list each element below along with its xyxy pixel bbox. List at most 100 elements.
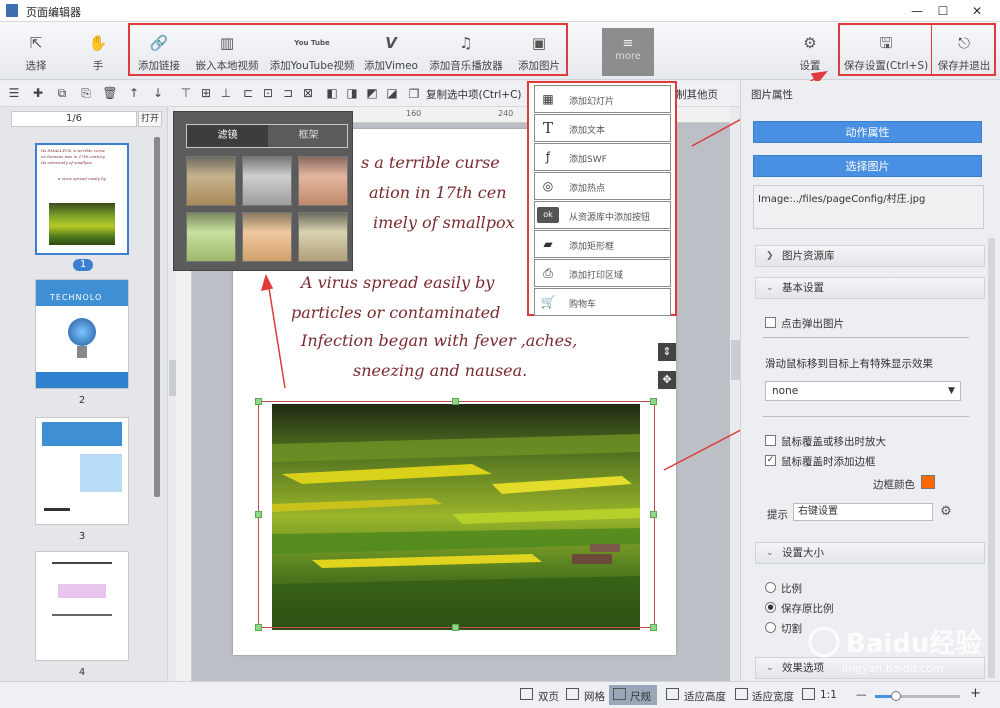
section-basic-settings[interactable]: ⌄ 基本设置 bbox=[755, 277, 985, 299]
move-icon[interactable]: ✥ bbox=[658, 371, 676, 389]
menu-item-add-rectangle[interactable]: ▰ 添加矩形框 bbox=[534, 230, 671, 258]
add-image-button[interactable]: ▣ 添加图片 bbox=[514, 22, 564, 80]
resize-handle[interactable] bbox=[650, 398, 657, 405]
resize-handle[interactable] bbox=[255, 398, 262, 405]
add-vimeo-button[interactable]: V 添加Vimeo bbox=[362, 22, 420, 80]
actual-size-button[interactable]: 1:1 bbox=[820, 689, 837, 701]
delete-page-icon[interactable]: 🗑 bbox=[102, 85, 118, 101]
filter-thumbnail-warm[interactable] bbox=[298, 156, 348, 206]
list-icon[interactable]: ☰ bbox=[6, 85, 22, 101]
menu-item-add-slideshow[interactable]: ▦ 添加幻灯片 bbox=[534, 85, 671, 113]
maximize-button[interactable]: ☐ bbox=[932, 2, 954, 20]
tab-frame[interactable]: 框架 bbox=[268, 125, 349, 147]
add-music-player-button[interactable]: ♫ 添加音乐播放器 bbox=[428, 22, 504, 80]
backward-icon[interactable]: ◪ bbox=[384, 85, 400, 101]
align-right-icon[interactable]: ⊐ bbox=[280, 85, 296, 101]
fit-height-button[interactable]: 适应高度 bbox=[684, 689, 726, 704]
grid-toggle[interactable]: 网格 bbox=[584, 689, 605, 704]
resize-handle[interactable] bbox=[650, 624, 657, 631]
filter-thumbnail-green[interactable] bbox=[186, 212, 236, 262]
embed-local-video-button[interactable]: ▥ 嵌入本地视频 bbox=[192, 22, 262, 80]
page-text-line[interactable]: imely of smallpox bbox=[373, 213, 515, 232]
minimize-button[interactable]: — bbox=[906, 2, 928, 20]
fit-width-button[interactable]: 适应宽度 bbox=[752, 689, 794, 704]
save-settings-button[interactable]: 🖫 保存设置(Ctrl+S) bbox=[842, 22, 930, 80]
collapse-right-panel-handle[interactable] bbox=[731, 340, 740, 380]
resize-handle[interactable] bbox=[452, 398, 459, 405]
border-color-swatch[interactable] bbox=[921, 475, 935, 489]
page-text-line[interactable]: ation in 17th cen bbox=[369, 183, 507, 202]
more-button[interactable]: ≡ more bbox=[602, 28, 654, 76]
tip-input[interactable]: 右键设置 bbox=[793, 503, 933, 521]
copy-to-other-pages-button[interactable]: 制其他页 bbox=[676, 87, 718, 102]
page-text-line[interactable]: s a terrible curse bbox=[361, 153, 500, 172]
ruler-toggle[interactable]: 尺规 bbox=[630, 689, 651, 704]
section-image-library[interactable]: ❯ 图片资源库 bbox=[755, 245, 985, 267]
resize-vertical-icon[interactable]: ⇕ bbox=[658, 343, 676, 361]
page-thumbnail-2[interactable]: TECHNOLO bbox=[35, 279, 129, 389]
duplicate-page-icon[interactable]: ⧉ bbox=[54, 85, 70, 101]
thumbnail-scrollbar[interactable] bbox=[154, 137, 160, 497]
zoom-out-button[interactable]: — bbox=[856, 689, 867, 701]
save-and-exit-button[interactable]: ⎋ 保存并退出 bbox=[934, 22, 994, 80]
resize-handle[interactable] bbox=[452, 624, 459, 631]
menu-item-add-text[interactable]: T 添加文本 bbox=[534, 114, 671, 142]
distribute-icon[interactable]: ⊠ bbox=[300, 85, 316, 101]
copy-page-icon[interactable]: ⎘ bbox=[78, 85, 94, 101]
forward-icon[interactable]: ◩ bbox=[364, 85, 380, 101]
send-back-icon[interactable]: ◨ bbox=[344, 85, 360, 101]
align-middle-icon[interactable]: ⊞ bbox=[198, 85, 214, 101]
menu-item-add-print-area[interactable]: ⎙ 添加打印区域 bbox=[534, 259, 671, 287]
align-bottom-icon[interactable]: ⊥ bbox=[218, 85, 234, 101]
crop-radio[interactable] bbox=[765, 622, 776, 633]
align-top-icon[interactable]: ⊤ bbox=[178, 85, 194, 101]
move-up-icon[interactable]: ↑ bbox=[126, 85, 142, 101]
page-text-line[interactable]: A virus spread easily by bbox=[301, 273, 494, 292]
choose-image-button[interactable]: 选择图片 bbox=[753, 155, 982, 177]
section-size-settings[interactable]: ⌄ 设置大小 bbox=[755, 542, 985, 564]
resize-handle[interactable] bbox=[255, 511, 262, 518]
settings-button[interactable]: ⚙ 设置 bbox=[792, 22, 828, 80]
zoom-slider-thumb[interactable] bbox=[891, 691, 902, 701]
page-thumbnail-4[interactable] bbox=[35, 551, 129, 661]
page-text-line[interactable]: particles or contaminated bbox=[291, 303, 500, 322]
double-page-toggle[interactable]: 双页 bbox=[538, 689, 559, 704]
hand-tool-button[interactable]: ✋ 手 bbox=[80, 22, 116, 80]
border-on-hover-checkbox[interactable]: ✓ bbox=[765, 455, 776, 466]
menu-item-add-hotspot[interactable]: ◎ 添加热点 bbox=[534, 172, 671, 200]
zoom-slider[interactable] bbox=[875, 691, 960, 701]
resize-handle[interactable] bbox=[650, 511, 657, 518]
collapse-left-panel-handle[interactable] bbox=[169, 360, 176, 396]
image-selection-frame[interactable] bbox=[258, 401, 655, 628]
select-tool-button[interactable]: ⇱ 选择 bbox=[18, 22, 54, 80]
close-button[interactable]: ✕ bbox=[966, 2, 988, 20]
page-text-line[interactable]: sneezing and nausea. bbox=[353, 361, 527, 380]
add-page-icon[interactable]: ✚ bbox=[30, 85, 46, 101]
action-properties-button[interactable]: 动作属性 bbox=[753, 121, 982, 143]
copy-icon[interactable]: ❐ bbox=[406, 86, 422, 102]
page-number-input[interactable]: 1/6 bbox=[11, 111, 137, 127]
resize-handle[interactable] bbox=[255, 624, 262, 631]
align-left-icon[interactable]: ⊏ bbox=[240, 85, 256, 101]
bring-front-icon[interactable]: ◧ bbox=[324, 85, 340, 101]
page-thumbnail-1[interactable]: Its SMALLPOX 'a terrible curse on humans… bbox=[35, 143, 129, 255]
zoom-in-button[interactable]: + bbox=[970, 686, 981, 701]
tab-filter[interactable]: 滤镜 bbox=[187, 125, 268, 147]
align-center-icon[interactable]: ⊡ bbox=[260, 85, 276, 101]
page-thumbnail-3[interactable] bbox=[35, 417, 129, 525]
keep-ratio-radio[interactable]: ● bbox=[765, 602, 776, 613]
gear-icon[interactable]: ⚙ bbox=[937, 503, 955, 521]
ratio-radio[interactable] bbox=[765, 582, 776, 593]
dropdown-arrow-icon[interactable]: ▼ bbox=[943, 382, 960, 400]
filter-thumbnail-sepia[interactable] bbox=[242, 212, 292, 262]
open-page-button[interactable]: 打开 bbox=[138, 111, 162, 127]
filter-thumbnail-grayscale[interactable] bbox=[242, 156, 292, 206]
move-down-icon[interactable]: ↓ bbox=[150, 85, 166, 101]
page-text-line[interactable]: Infection began with fever ,aches, bbox=[301, 331, 577, 350]
menu-item-add-swf[interactable]: ƒ 添加SWF bbox=[534, 143, 671, 171]
hover-effect-select[interactable]: none bbox=[765, 381, 961, 401]
add-youtube-button[interactable]: You Tube 添加YouTube视频 bbox=[268, 22, 356, 80]
add-link-button[interactable]: 🔗 添加链接 bbox=[134, 22, 184, 80]
zoom-on-hover-checkbox[interactable] bbox=[765, 435, 776, 446]
menu-item-shopping-cart[interactable]: 🛒 购物车 bbox=[534, 288, 671, 316]
